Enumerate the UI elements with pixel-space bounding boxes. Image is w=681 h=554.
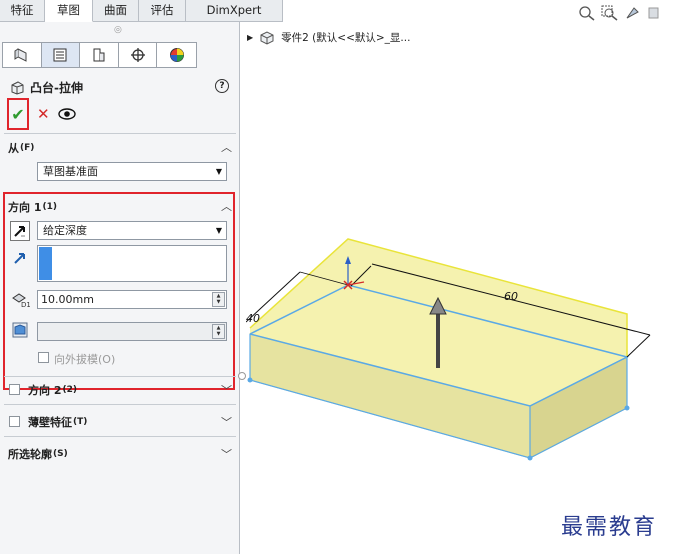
draft-outward-checkbox[interactable] xyxy=(38,352,49,363)
panel-splitter-handle[interactable] xyxy=(238,372,246,380)
divider xyxy=(4,133,236,134)
property-manager-icon[interactable] xyxy=(41,43,81,67)
direction1-header[interactable]: 方向 1 (1) xyxy=(8,199,57,215)
property-manager-panel: ◎ 凸台-拉伸 ? ✔ ✕ 从 (F) ︿ 草图基准面 ▼ 方向 1 (1) ︿… xyxy=(0,22,240,554)
panel-grip-icon[interactable]: ◎ xyxy=(114,25,122,35)
boss-extrude-icon xyxy=(11,80,24,95)
watermark-text: 最需教育 xyxy=(561,515,658,540)
tab-sketch[interactable]: 草图 xyxy=(45,0,93,22)
depth-input[interactable]: 10.00mm ▲ ▼ xyxy=(37,290,227,309)
draft-spinner[interactable]: ▲ ▼ xyxy=(212,324,225,339)
dimension-label-60[interactable]: 60 xyxy=(504,290,518,303)
direction2-shortcut: (2) xyxy=(62,385,77,395)
vertex-point xyxy=(624,405,630,411)
thin-feature-shortcut: (T) xyxy=(73,417,88,427)
manager-tabs xyxy=(2,42,197,68)
display-manager-icon[interactable] xyxy=(157,43,196,67)
tab-surfaces[interactable]: 曲面 xyxy=(93,0,139,22)
zoom-to-fit-icon[interactable] xyxy=(578,5,596,21)
part-icon xyxy=(260,30,274,45)
feature-title-label: 凸台-拉伸 xyxy=(30,81,83,95)
chevron-down-icon[interactable]: ﹀ xyxy=(221,382,232,398)
end-condition-value: 给定深度 xyxy=(43,224,87,237)
action-buttons: ✔ ✕ xyxy=(7,98,76,130)
chevron-up-icon[interactable]: ︿ xyxy=(221,198,232,214)
tab-dimxpert[interactable]: DimXpert xyxy=(186,0,283,22)
selected-contours-shortcut: (S) xyxy=(53,449,68,459)
thin-feature-title: 薄壁特征 xyxy=(28,416,72,429)
feature-title: 凸台-拉伸 xyxy=(10,79,83,96)
dimension-label-40[interactable]: 40 xyxy=(246,312,260,325)
expand-arrow-icon[interactable]: ▶ xyxy=(247,33,253,42)
help-icon[interactable]: ? xyxy=(215,79,229,93)
dropdown-arrow-icon: ▼ xyxy=(215,167,222,176)
section-view-icon[interactable] xyxy=(647,5,661,21)
list-selection-marker xyxy=(39,247,52,280)
from-select[interactable]: 草图基准面 ▼ xyxy=(37,162,227,181)
draft-icon[interactable] xyxy=(10,320,30,340)
depth-value: 10.00mm xyxy=(41,293,94,306)
vertex-point xyxy=(527,455,533,461)
direction1-title: 方向 1 xyxy=(8,201,42,214)
tab-features[interactable]: 特征 xyxy=(0,0,45,22)
thin-feature-header[interactable]: 薄壁特征 (T) xyxy=(28,414,87,430)
configuration-manager-icon[interactable] xyxy=(80,43,119,67)
divider xyxy=(4,436,236,437)
chevron-down-icon[interactable]: ﹀ xyxy=(221,446,232,462)
direction2-title: 方向 2 xyxy=(28,384,62,397)
tab-evaluate[interactable]: 评估 xyxy=(139,0,186,22)
previous-view-icon[interactable] xyxy=(624,5,642,21)
thin-feature-checkbox[interactable] xyxy=(9,416,20,427)
direction2-checkbox[interactable] xyxy=(9,384,20,395)
heads-up-toolbar xyxy=(578,5,661,21)
feature-tree-flyout[interactable]: ▶ 零件2 (默认<<默认>_显... xyxy=(247,30,410,45)
direction-arrow-icon xyxy=(10,248,30,268)
zoom-to-area-icon[interactable] xyxy=(601,5,619,21)
draft-outward-label: 向外拔模(O) xyxy=(54,353,116,366)
svg-text:D1: D1 xyxy=(21,301,30,308)
divider xyxy=(4,376,236,377)
chevron-up-icon[interactable]: ︿ xyxy=(221,139,232,155)
chevron-down-icon[interactable]: ﹀ xyxy=(221,414,232,430)
extension-line xyxy=(626,334,651,358)
tree-part-label: 零件2 (默认<<默认>_显... xyxy=(281,32,411,44)
end-condition-select[interactable]: 给定深度 ▼ xyxy=(37,221,227,240)
divider xyxy=(4,404,236,405)
depth-icon: D1 xyxy=(10,288,30,308)
dropdown-arrow-icon: ▼ xyxy=(215,226,222,235)
from-section-title: 从 xyxy=(8,142,19,155)
vertex-point xyxy=(247,377,253,383)
depth-spinner[interactable]: ▲ ▼ xyxy=(212,292,225,307)
direction2-header[interactable]: 方向 2 (2) xyxy=(28,382,77,398)
from-section-shortcut: (F) xyxy=(20,143,35,153)
direction1-shortcut: (1) xyxy=(42,202,57,212)
direction-reference-list[interactable] xyxy=(37,245,227,282)
ok-button[interactable]: ✔ xyxy=(7,98,29,130)
cancel-button[interactable]: ✕ xyxy=(37,105,50,123)
selected-contours-header[interactable]: 所选轮廓 (S) xyxy=(8,446,68,462)
command-manager-tabs: 特征 草图 曲面 评估 DimXpert xyxy=(0,0,283,22)
from-select-value: 草图基准面 xyxy=(43,165,98,178)
graphics-viewport[interactable]: 60 40 xyxy=(246,230,681,465)
selected-contours-title: 所选轮廓 xyxy=(8,448,52,461)
eye-icon[interactable] xyxy=(57,108,76,120)
reverse-direction-icon[interactable] xyxy=(10,221,30,241)
from-section-header[interactable]: 从 (F) xyxy=(8,140,34,156)
dimxpert-manager-icon[interactable] xyxy=(119,43,158,67)
feature-manager-icon[interactable] xyxy=(3,43,42,67)
draft-angle-input[interactable]: ▲ ▼ xyxy=(37,322,227,341)
